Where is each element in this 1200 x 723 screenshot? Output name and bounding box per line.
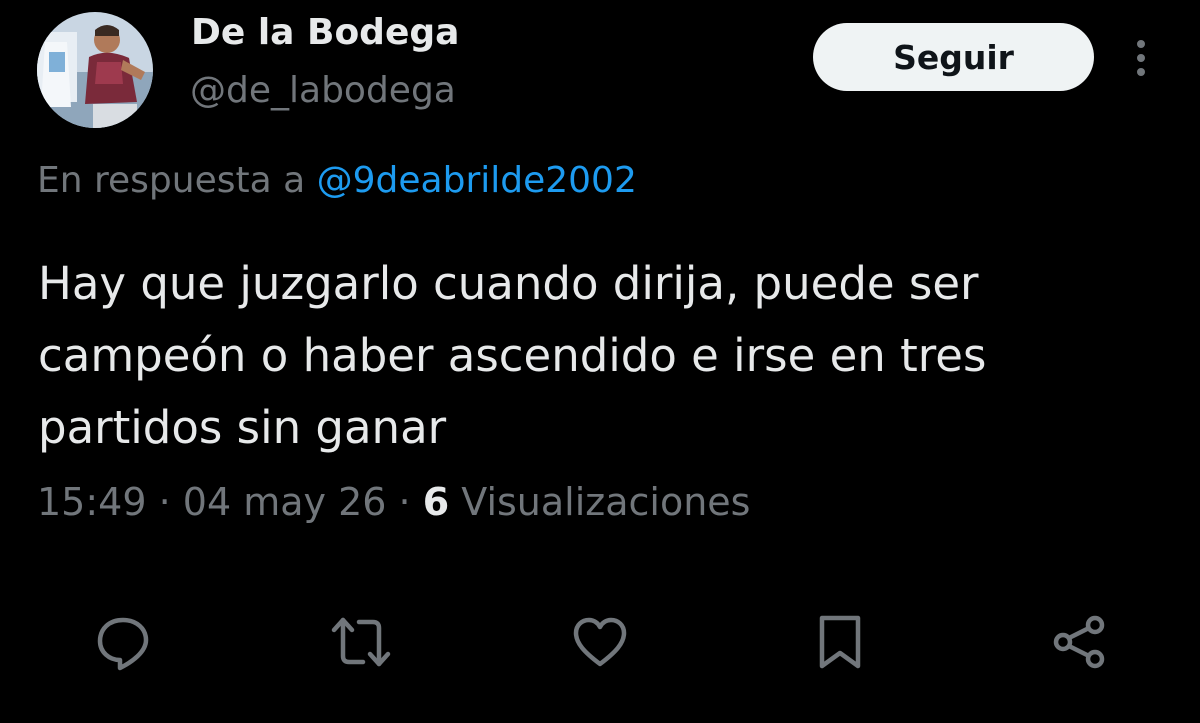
reply-context: En respuesta a @9deabrilde2002 (37, 160, 637, 201)
author-display-name[interactable]: De la Bodega (191, 12, 459, 53)
more-vertical-icon[interactable] (1124, 36, 1158, 80)
share-button[interactable] (1049, 612, 1109, 672)
follow-button[interactable]: Seguir (813, 23, 1094, 91)
views-label: Visualizaciones (461, 480, 751, 524)
like-icon (573, 617, 627, 667)
bookmark-icon (819, 615, 861, 669)
meta-separator: · (158, 480, 171, 524)
tweet-date[interactable]: 04 may 26 (183, 480, 387, 524)
share-icon (1053, 615, 1105, 669)
retweet-button[interactable] (331, 612, 391, 672)
views-count: 6 (422, 480, 450, 524)
meta-separator: · (398, 480, 411, 524)
author-handle[interactable]: @de_labodega (190, 70, 456, 111)
reply-prefix: En respuesta a (37, 160, 306, 201)
reply-mention-link[interactable]: @9deabrilde2002 (317, 160, 637, 201)
retweet-icon (331, 617, 391, 667)
tweet-meta: 15:49 · 04 may 26 · 6 Visualizaciones (37, 480, 750, 524)
avatar-photo (37, 12, 153, 128)
tweet-time[interactable]: 15:49 (37, 480, 147, 524)
tweet-text: Hay que juzgarlo cuando dirija, puede se… (38, 257, 987, 454)
reply-button[interactable] (93, 612, 153, 672)
bookmark-button[interactable] (810, 612, 870, 672)
reply-icon (97, 617, 149, 671)
avatar[interactable] (37, 12, 153, 128)
like-button[interactable] (570, 612, 630, 672)
